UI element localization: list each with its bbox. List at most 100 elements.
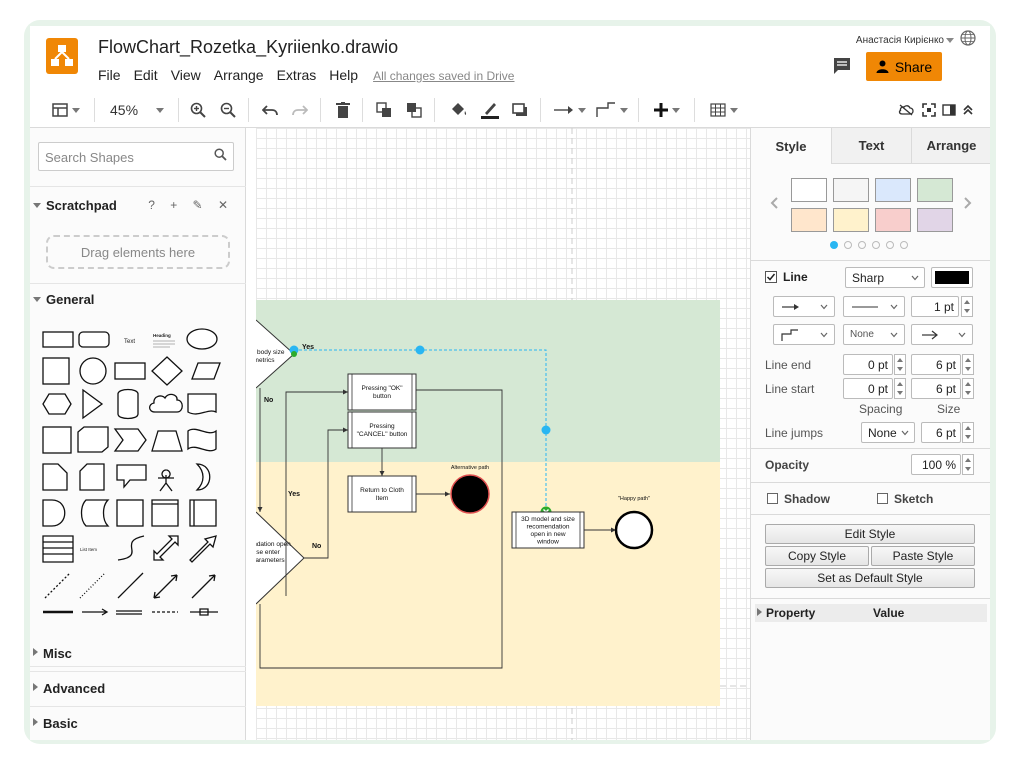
zoom-out-button[interactable] (220, 100, 236, 120)
line-end-marker-select[interactable] (911, 324, 973, 345)
to-front-button[interactable] (376, 100, 392, 120)
shape-card[interactable] (79, 463, 105, 491)
line-start-marker-select[interactable]: None (843, 324, 905, 345)
shape-dotted-line[interactable] (79, 572, 106, 599)
shape-cylinder[interactable] (117, 388, 139, 420)
general-header[interactable]: General (30, 292, 246, 307)
shape-callout[interactable] (116, 464, 147, 489)
globe-icon[interactable] (960, 30, 976, 46)
insert-button[interactable] (654, 100, 680, 120)
property-header[interactable]: Property (757, 606, 815, 620)
basic-header[interactable]: Basic (30, 716, 246, 731)
undo-button[interactable] (262, 100, 278, 120)
edge-source-handle[interactable] (291, 351, 297, 357)
tab-text[interactable]: Text (831, 128, 911, 164)
shape-heading-label[interactable]: Heading (153, 333, 171, 338)
shape-internal-storage[interactable] (42, 426, 72, 454)
user-menu-chevron-icon[interactable] (946, 38, 954, 43)
user-name[interactable]: Анастасія Кирієнко (856, 35, 944, 46)
style-swatch[interactable] (875, 178, 911, 202)
scratchpad-dropzone[interactable]: Drag elements here (46, 235, 230, 269)
line-color-button[interactable] (480, 100, 500, 120)
scratchpad-header[interactable]: Scratchpad ? + ✎ ✕ (30, 198, 246, 213)
stepper-icon[interactable] (962, 354, 974, 375)
shape-link-arrow[interactable] (82, 608, 109, 616)
shape-document[interactable] (187, 393, 217, 415)
shape-list-label[interactable]: List Item (80, 547, 97, 552)
misc-header[interactable]: Misc (30, 646, 246, 661)
shape-dashed-line[interactable] (44, 572, 71, 599)
shape-triangle[interactable] (82, 388, 104, 420)
set-default-style-button[interactable]: Set as Default Style (765, 568, 975, 588)
to-back-button[interactable] (406, 100, 422, 120)
shape-directional-connector[interactable] (191, 574, 216, 599)
shape-process[interactable] (114, 362, 146, 380)
table-button[interactable] (710, 100, 738, 120)
waypoint-button[interactable] (596, 100, 628, 120)
fit-button[interactable] (922, 100, 936, 120)
shape-square[interactable] (42, 357, 70, 385)
unlink-button[interactable] (898, 100, 914, 120)
waypoints-select[interactable] (773, 324, 835, 345)
style-swatch[interactable] (791, 208, 827, 232)
search-input[interactable]: Search Shapes (38, 142, 234, 171)
share-button[interactable]: Share (866, 52, 942, 81)
menu-view[interactable]: View (171, 67, 201, 83)
process-return-cloth[interactable] (347, 475, 417, 513)
alternative-end-node[interactable] (450, 474, 490, 514)
chevron-right-icon[interactable] (963, 196, 973, 210)
swatch-page-dots[interactable] (829, 240, 915, 250)
style-swatch[interactable] (833, 208, 869, 232)
shape-cloud[interactable] (148, 393, 183, 413)
style-swatch[interactable] (875, 208, 911, 232)
shape-tape[interactable] (187, 428, 217, 452)
shape-rectangle[interactable] (42, 331, 74, 348)
edge-handle[interactable] (415, 345, 425, 355)
zoom-select[interactable]: 45% (110, 100, 165, 120)
menu-help[interactable]: Help (329, 67, 358, 83)
shape-trapezoid[interactable] (151, 430, 183, 452)
line-dash-select[interactable] (843, 296, 905, 317)
save-status-link[interactable]: All changes saved in Drive (373, 69, 514, 83)
collapse-button[interactable] (962, 100, 974, 120)
stepper-icon[interactable] (962, 378, 974, 399)
shape-swimlane[interactable] (189, 499, 217, 527)
shape-note[interactable] (42, 463, 68, 491)
shape-ellipse[interactable] (186, 328, 218, 350)
shape-step[interactable] (113, 428, 147, 452)
diagram-svg[interactable]: 4 body sizemetrics Pressing "OK"button P… (256, 128, 750, 740)
opacity-input[interactable]: 100 % (911, 454, 961, 475)
comment-icon[interactable] (832, 56, 852, 76)
stepper-icon[interactable] (961, 296, 973, 317)
shape-curve[interactable] (117, 535, 145, 561)
stepper-icon[interactable] (962, 454, 974, 475)
line-toggle[interactable]: Line (765, 270, 808, 284)
connection-button[interactable] (554, 100, 586, 120)
fill-color-button[interactable] (450, 100, 468, 120)
line-pattern-select[interactable] (773, 296, 835, 317)
document-title[interactable]: FlowChart_Rozetka_Kyriienko.drawio (98, 37, 398, 58)
edit-style-button[interactable]: Edit Style (765, 524, 975, 544)
delete-button[interactable] (336, 100, 350, 120)
line-end-spacing-input[interactable]: 0 pt (843, 354, 893, 375)
shape-parallelogram[interactable] (191, 362, 221, 380)
shape-link-box[interactable] (190, 608, 218, 616)
shape-stored-data[interactable] (80, 499, 110, 527)
shape-circle[interactable] (79, 357, 107, 385)
menu-edit[interactable]: Edit (134, 67, 158, 83)
shape-square-alt[interactable] (116, 499, 144, 527)
line-color-picker[interactable] (931, 267, 973, 288)
shape-diamond[interactable] (151, 356, 183, 386)
shape-delay[interactable] (42, 499, 66, 527)
line-end-size-input[interactable]: 6 pt (911, 354, 961, 375)
shape-container[interactable] (151, 499, 179, 527)
chevron-left-icon[interactable] (769, 196, 779, 210)
shadow-toggle[interactable]: Shadow (767, 492, 830, 506)
line-style-select[interactable]: Sharp (845, 267, 925, 288)
line-start-size-input[interactable]: 6 pt (911, 378, 961, 399)
line-jumps-size-input[interactable]: 6 pt (921, 422, 961, 443)
shape-or[interactable] (195, 463, 211, 491)
shadow-button[interactable] (512, 100, 528, 120)
edge-handle[interactable] (541, 425, 551, 435)
tab-arrange[interactable]: Arrange (911, 128, 990, 164)
